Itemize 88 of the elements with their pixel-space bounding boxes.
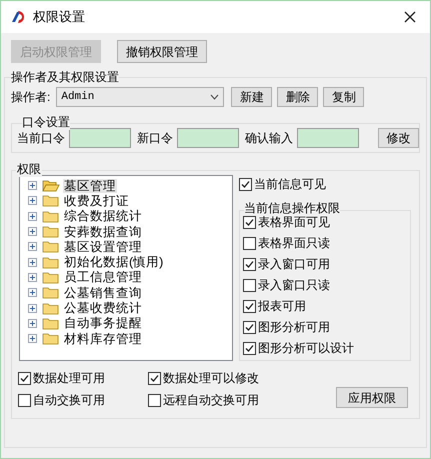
expand-icon[interactable] xyxy=(28,288,37,298)
checkbox[interactable]: 录入窗口可用 xyxy=(243,256,410,272)
expand-icon[interactable] xyxy=(28,242,37,252)
group-title: 权限 xyxy=(16,161,42,177)
checkbox-square[interactable] xyxy=(18,372,31,384)
checkbox-square[interactable] xyxy=(243,342,256,354)
folder-icon xyxy=(42,240,60,254)
checkmark-icon xyxy=(149,372,160,384)
expand-icon[interactable] xyxy=(28,334,37,344)
checkbox-square[interactable] xyxy=(18,394,31,406)
checkbox-square[interactable] xyxy=(148,394,161,406)
password-field[interactable] xyxy=(177,128,239,148)
expand-icon[interactable] xyxy=(28,227,37,236)
checkbox-square[interactable] xyxy=(239,178,252,190)
folder-icon xyxy=(42,316,60,330)
action-button[interactable]: 复制 xyxy=(323,87,364,107)
checkbox[interactable]: 远程自动交换可用 xyxy=(148,392,338,408)
group-title: 当前信息操作权限 xyxy=(244,200,340,216)
apply-permissions-button[interactable]: 应用权限 xyxy=(336,387,408,408)
folder-icon xyxy=(42,286,60,300)
operator-label: 操作者: xyxy=(11,89,50,106)
folder-icon xyxy=(42,302,60,315)
expand-icon[interactable] xyxy=(28,304,37,313)
expand-icon[interactable] xyxy=(28,212,37,221)
tree-item[interactable]: 安葬数据查询 xyxy=(63,224,143,239)
expand-icon[interactable] xyxy=(28,272,37,282)
checkmark-icon xyxy=(244,300,255,312)
window-title: 权限设置 xyxy=(33,8,85,26)
action-button[interactable]: 删除 xyxy=(277,87,318,107)
password-field[interactable] xyxy=(297,128,359,148)
password-field[interactable] xyxy=(69,128,131,148)
field-label: 新口令 xyxy=(137,130,173,147)
tree-item[interactable]: 员工信息管理 xyxy=(63,270,143,284)
field-label: 确认输入 xyxy=(245,130,293,147)
checkbox-square[interactable] xyxy=(243,236,256,250)
tree-item[interactable]: 墓区设置管理 xyxy=(63,240,143,254)
group-title: 操作者及其权限设置 xyxy=(11,69,119,85)
tree-item[interactable]: 公墓收费统计 xyxy=(63,301,143,316)
folder-icon xyxy=(42,256,60,269)
tree-item[interactable]: 综合数据统计 xyxy=(63,209,143,224)
checkmark-icon xyxy=(19,372,30,384)
checkbox-square[interactable] xyxy=(243,300,256,312)
checkbox[interactable]: 表格界面可见 xyxy=(243,214,410,230)
expand-icon[interactable] xyxy=(28,196,37,206)
tree-item[interactable]: 初始化数据(慎用) xyxy=(63,255,164,270)
change-button[interactable]: 修改 xyxy=(378,128,419,148)
checkbox[interactable]: 表格界面只读 xyxy=(243,235,410,251)
checkbox[interactable]: 报表可用 xyxy=(243,298,410,314)
operator-dropdown[interactable]: Admin xyxy=(56,87,224,107)
folder-icon xyxy=(42,194,60,208)
expand-icon[interactable] xyxy=(28,181,37,190)
checkbox-square[interactable] xyxy=(243,320,256,334)
tree-item[interactable]: 材料库存管理 xyxy=(63,332,143,346)
folder-icon xyxy=(42,210,60,223)
checkmark-icon xyxy=(244,342,255,354)
expand-icon[interactable] xyxy=(28,318,37,328)
tree-item[interactable]: 公墓销售查询 xyxy=(63,286,143,300)
close-icon[interactable] xyxy=(404,11,416,23)
toggle-button[interactable]: 撤销权限管理 xyxy=(117,40,207,63)
folder-icon xyxy=(42,225,60,238)
checkbox[interactable]: 自动交换可用 xyxy=(18,392,148,408)
folder-icon xyxy=(42,332,60,346)
expand-icon[interactable] xyxy=(28,258,37,267)
checkbox-square[interactable] xyxy=(243,216,256,228)
checkbox[interactable]: 录入窗口只读 xyxy=(243,277,410,293)
open-folder-icon xyxy=(42,179,60,192)
checkbox-square[interactable] xyxy=(243,278,256,292)
field-label: 当前口令 xyxy=(17,130,65,147)
checkmark-icon xyxy=(244,322,255,332)
checkbox[interactable]: 当前信息可见 xyxy=(239,176,411,192)
checkmark-icon xyxy=(244,216,255,228)
checkbox[interactable]: 数据处理可用 xyxy=(18,370,148,386)
group-title: 口令设置 xyxy=(22,114,70,130)
action-button[interactable]: 新建 xyxy=(231,87,272,107)
folder-icon xyxy=(42,270,60,284)
tree-item[interactable]: 收费及打证 xyxy=(63,194,130,208)
checkbox-square[interactable] xyxy=(243,258,256,270)
chevron-down-icon xyxy=(210,94,220,100)
checkmark-icon xyxy=(244,258,255,270)
tree-item[interactable]: 墓区管理 xyxy=(63,178,117,193)
app-logo-icon xyxy=(9,10,27,24)
checkmark-icon xyxy=(240,178,251,190)
checkbox[interactable]: 图形分析可用 xyxy=(243,319,410,335)
tree-item[interactable]: 自动事务提醒 xyxy=(63,316,143,330)
checkbox-square[interactable] xyxy=(148,372,161,384)
permission-tree[interactable]: 墓区管理 收费及打证 综合数据统计 安葬数据查询 墓区设置管理 初始化数据(慎用) 员工信息管理 公墓销售查询 公墓收费统计 自动事务提醒 材料库存管理 xyxy=(19,175,233,361)
checkbox[interactable]: 数据处理可以修改 xyxy=(148,370,338,386)
checkbox[interactable]: 图形分析可以设计 xyxy=(243,340,410,356)
